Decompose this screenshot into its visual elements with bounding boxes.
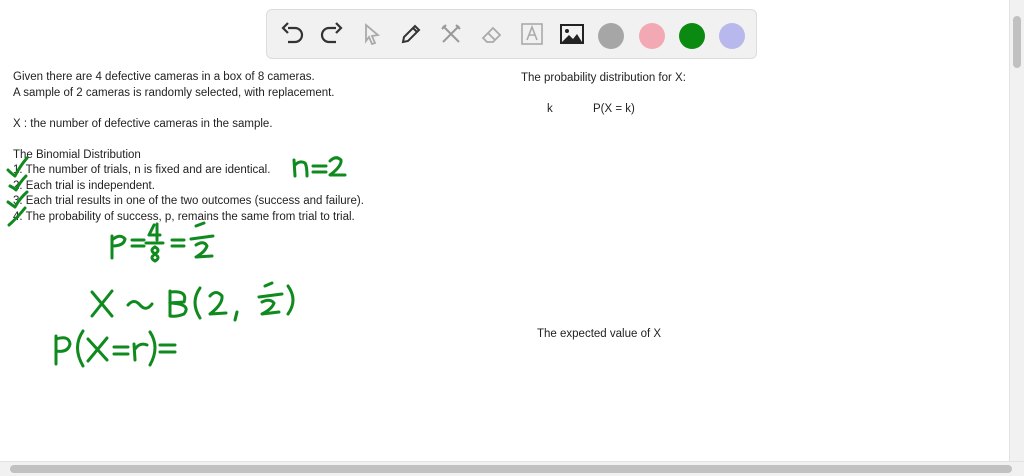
pink-color-swatch[interactable]	[639, 23, 665, 49]
random-variable-definition: X : the number of defective cameras in t…	[13, 118, 273, 130]
column-k-header: k	[547, 103, 553, 115]
horizontal-scrollbar[interactable]	[0, 461, 1024, 476]
pen-icon[interactable]	[397, 20, 425, 48]
green-color-swatch[interactable]	[679, 23, 705, 49]
handwritten-n-equals-2	[292, 156, 347, 178]
drawing-toolbar	[266, 9, 757, 59]
handwritten-pmf	[54, 329, 177, 368]
handwritten-p-value	[110, 221, 215, 263]
lavender-color-swatch[interactable]	[719, 23, 745, 49]
handwritten-binomial-distribution	[90, 281, 295, 322]
binomial-condition-4: 4. The probability of success, p, remain…	[13, 211, 355, 223]
problem-line-2: A sample of 2 cameras is randomly select…	[13, 87, 335, 99]
text-icon[interactable]	[518, 20, 546, 48]
horizontal-scroll-thumb[interactable]	[10, 465, 1012, 473]
binomial-condition-3: 3. Each trial results in one of the two …	[13, 195, 364, 207]
eraser-icon[interactable]	[478, 20, 506, 48]
binomial-condition-1: 1. The number of trials, n is fixed and …	[13, 164, 271, 176]
expected-value-label: The expected value of X	[537, 328, 662, 340]
binomial-heading: The Binomial Distribution	[13, 149, 141, 161]
vertical-scrollbar[interactable]	[1009, 0, 1024, 462]
image-icon[interactable]	[558, 20, 586, 48]
undo-icon[interactable]	[278, 20, 306, 48]
problem-line-1: Given there are 4 defective cameras in a…	[13, 71, 315, 83]
redo-icon[interactable]	[318, 20, 346, 48]
tools-icon[interactable]	[437, 20, 465, 48]
binomial-condition-2: 2. Each trial is independent.	[13, 180, 155, 192]
distribution-title: The probability distribution for X:	[521, 72, 686, 84]
column-probability-header: P(X = k)	[593, 103, 635, 115]
gray-color-swatch[interactable]	[598, 23, 624, 49]
vertical-scroll-thumb[interactable]	[1013, 16, 1021, 68]
pointer-icon[interactable]	[358, 20, 386, 48]
